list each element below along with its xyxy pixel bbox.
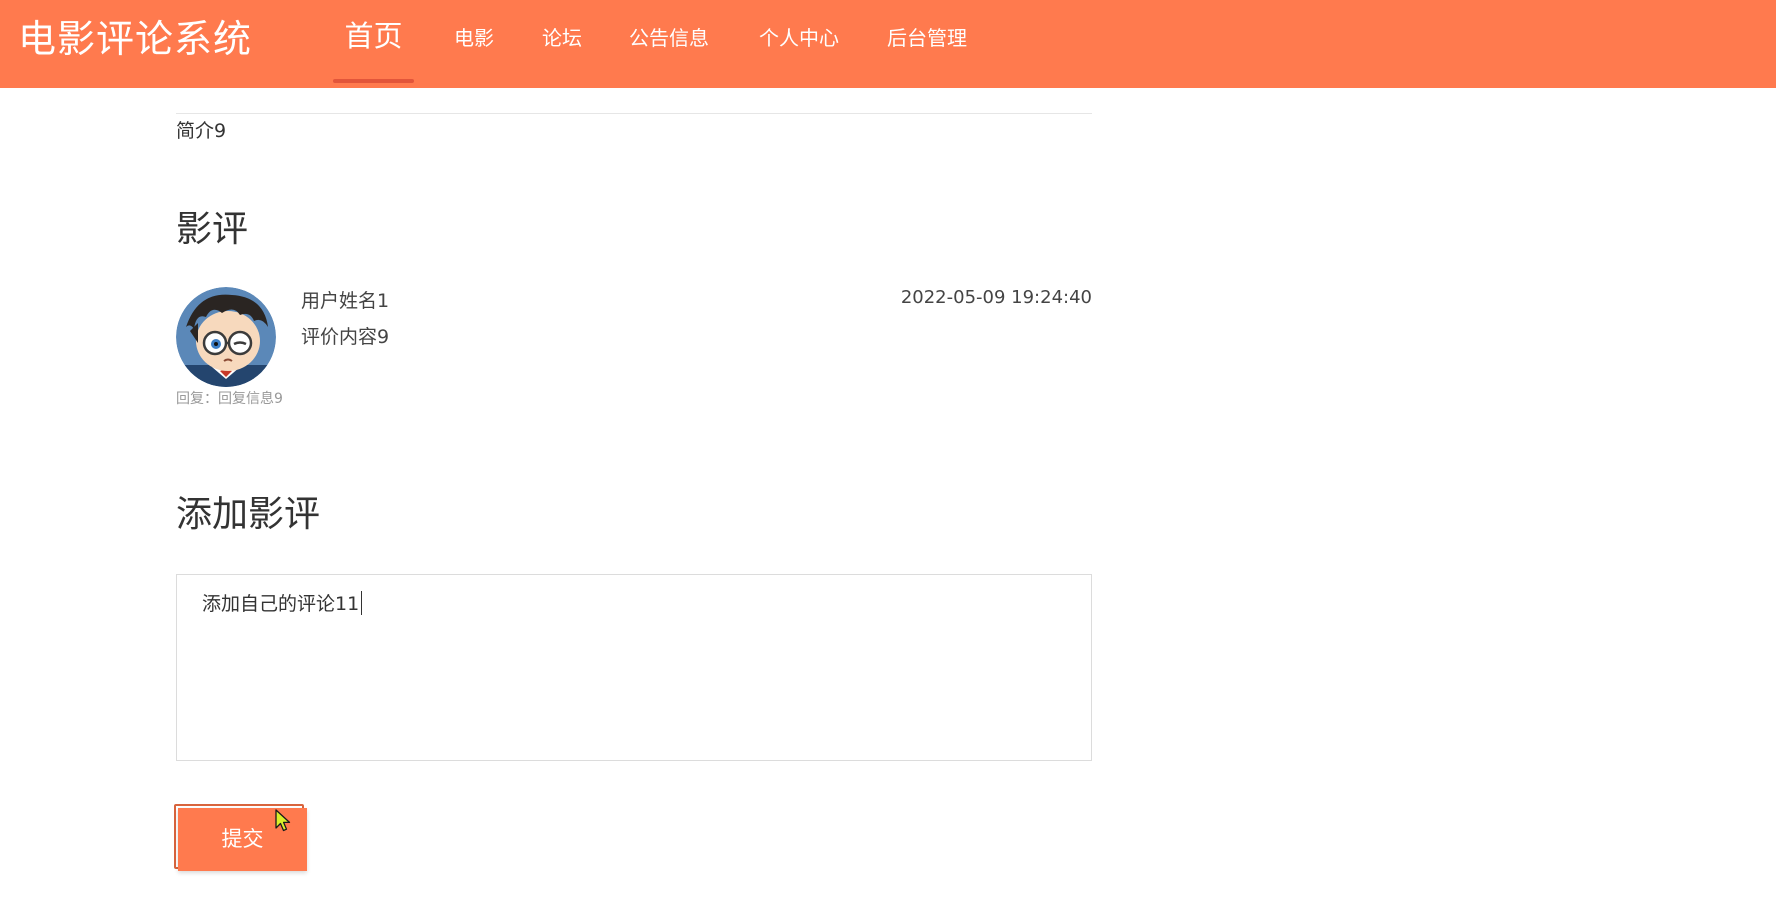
review-reply: 回复：回复信息9	[176, 389, 283, 409]
reviewer-name: 用户姓名1	[301, 290, 390, 312]
reviews-heading: 影评	[176, 209, 249, 250]
nav-item-forum[interactable]: 论坛	[537, 0, 587, 88]
nav-item-personal-center[interactable]: 个人中心	[756, 0, 842, 88]
review-input-text: 添加自己的评论11	[202, 593, 360, 615]
review-content: 评价内容9	[301, 326, 390, 348]
review-textarea[interactable]: 添加自己的评论11	[176, 574, 1092, 761]
top-nav-bar: 电影评论系统 首页 电影 论坛 公告信息 个人中心 后台管理	[0, 0, 1776, 88]
movie-intro: 简介9	[176, 120, 227, 142]
reply-label: 回复：	[176, 391, 218, 407]
nav-item-announcements[interactable]: 公告信息	[626, 0, 712, 88]
reviewer-avatar	[176, 287, 276, 387]
text-caret	[361, 591, 363, 615]
nav-item-admin[interactable]: 后台管理	[884, 0, 970, 88]
site-title[interactable]: 电影评论系统	[18, 16, 252, 62]
reply-text: 回复信息9	[218, 391, 283, 407]
review-timestamp: 2022-05-09 19:24:40	[900, 287, 1092, 308]
intro-divider	[176, 113, 1092, 114]
review-textarea-value: 添加自己的评论11	[202, 590, 363, 618]
nav-item-home[interactable]: 首页	[333, 0, 414, 88]
nav-item-movies[interactable]: 电影	[449, 0, 499, 88]
add-review-heading: 添加影评	[176, 494, 321, 535]
mouse-cursor-icon	[275, 809, 291, 832]
